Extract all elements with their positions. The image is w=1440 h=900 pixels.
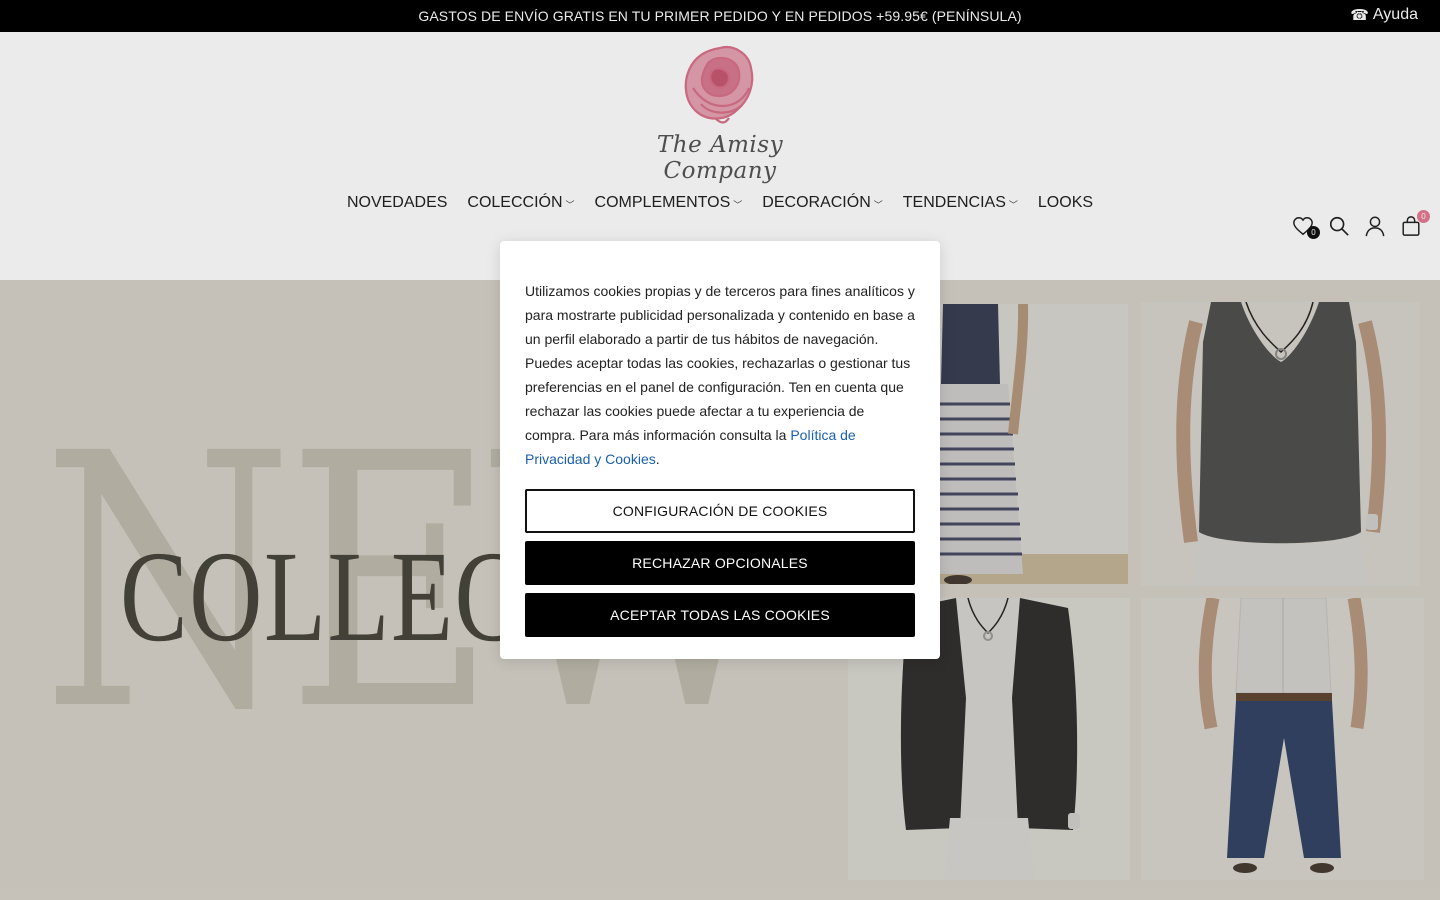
cookie-settings-button[interactable]: CONFIGURACIÓN DE COOKIES bbox=[525, 489, 915, 533]
reject-optional-cookies-button[interactable]: RECHAZAR OPCIONALES bbox=[525, 541, 915, 585]
accept-all-cookies-button[interactable]: ACEPTAR TODAS LAS COOKIES bbox=[525, 593, 915, 637]
cookie-consent-modal: Utilizamos cookies propias y de terceros… bbox=[500, 241, 940, 659]
cookie-text-end: . bbox=[655, 451, 660, 467]
cookie-consent-text: Utilizamos cookies propias y de terceros… bbox=[525, 279, 915, 471]
cookie-text-main: Utilizamos cookies propias y de terceros… bbox=[525, 283, 915, 443]
